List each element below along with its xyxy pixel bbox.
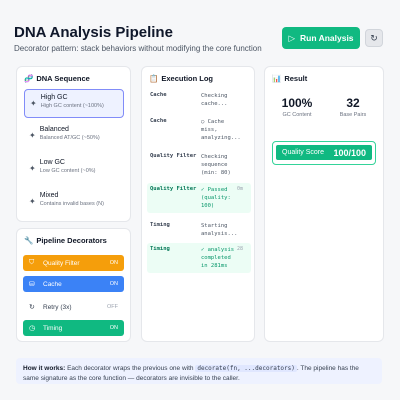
run-analysis-button[interactable]: ▷ Run Analysis <box>282 27 360 49</box>
dna-sequence-panel: 🧬 DNA Sequence ✦ High GC High GC content… <box>16 66 131 222</box>
page-subtitle: Decorator pattern: stack behaviors witho… <box>14 44 262 53</box>
quality-score-label: Quality Score <box>282 149 325 156</box>
sparkle-icon: ✦ <box>30 99 37 108</box>
sequence-option-name: Mixed <box>39 192 59 199</box>
app-root: DNA Analysis Pipeline Decorator pattern:… <box>0 0 400 400</box>
refresh-icon: ↻ <box>370 32 378 43</box>
quality-score-bar: Quality Score 100/100 <box>272 141 376 165</box>
log-message: ✓ Passed (quality: 100) <box>201 187 231 209</box>
quality-score-fill: Quality Score 100/100 <box>276 145 372 160</box>
sequence-option-desc: High GC content (~100%) <box>40 103 104 109</box>
log-source: Cache <box>150 92 167 98</box>
quality-score-value: 100/100 <box>333 147 366 158</box>
sequence-option-desc: Contains invalid bases (N) <box>39 201 104 207</box>
base-pairs-label: Base Pairs <box>339 112 367 118</box>
log-entry: Cache Checking cache... <box>147 89 251 111</box>
decorator-name: Cache <box>43 280 62 288</box>
sequence-option-desc: Low GC content (~0%) <box>39 168 96 174</box>
sequence-option-name: Balanced <box>39 126 69 133</box>
result-panel: 📊 Result 100% GC Content 32 Base Pairs Q… <box>264 66 384 342</box>
pipeline-decorators-title: 🔧 Pipeline Decorators <box>24 236 123 245</box>
sequence-option-desc: Balanced AT/GC (~50%) <box>39 135 100 141</box>
gc-content-label: GC Content <box>282 112 312 118</box>
log-message: ✓ analysis completed in 281ms <box>201 247 235 269</box>
sparkle-icon: ✦ <box>29 131 36 140</box>
sparkle-icon: ✦ <box>29 164 36 173</box>
decorator-toggle-timing[interactable]: ◷ Timing ON <box>23 320 124 336</box>
gc-content-value: 100% <box>281 96 313 110</box>
dna-icon: 🧬 <box>24 74 34 83</box>
reset-button[interactable]: ↻ <box>365 29 383 47</box>
base-pairs-value: 32 <box>346 96 360 110</box>
bar-chart-icon: 📊 <box>272 74 282 83</box>
execution-log-title: 📋 Execution Log <box>149 74 247 83</box>
clock-icon: ◷ <box>29 325 36 332</box>
decorator-state: ON <box>109 260 118 266</box>
decorator-state: ON <box>109 325 118 331</box>
decorator-state: ON <box>109 281 118 287</box>
play-icon: ▷ <box>288 32 295 43</box>
log-time: 0m <box>237 186 244 192</box>
sequence-option-balanced[interactable]: ✦ Balanced Balanced AT/GC (~50%) <box>24 122 124 151</box>
wrench-icon: 🔧 <box>24 236 34 245</box>
how-it-works-note: How it works: Each decorator wraps the p… <box>16 358 382 384</box>
database-icon: ⛁ <box>29 281 35 288</box>
filter-icon: ⛉ <box>29 259 35 266</box>
base-pairs-stat: 32 Base Pairs <box>329 89 377 125</box>
decorator-toggle-quality-filter[interactable]: ⛉ Quality Filter ON <box>23 255 124 271</box>
gc-content-stat: 100% GC Content <box>273 89 321 125</box>
execution-log-panel: 📋 Execution Log Cache Checking cache... … <box>141 66 255 342</box>
decorator-toggle-cache[interactable]: ⛁ Cache ON <box>23 276 124 292</box>
log-source: Quality Filter <box>150 153 197 159</box>
log-entry: Quality Filter Checking sequence (min: 8… <box>147 150 251 180</box>
execution-log-title-text: Execution Log <box>161 74 214 83</box>
dna-sequence-title-text: DNA Sequence <box>36 74 90 83</box>
log-source: Timing <box>150 246 170 252</box>
log-message: Starting analysis... <box>201 223 238 237</box>
log-entry-success: Timing ✓ analysis completed in 281ms 28 <box>147 243 251 273</box>
log-time: 28 <box>237 246 244 252</box>
sequence-option-name: Low GC <box>39 159 65 166</box>
how-it-works-lead: How it works: <box>23 365 66 372</box>
decorator-state: OFF <box>107 304 118 310</box>
log-source: Cache <box>150 118 167 124</box>
sequence-option-high-gc[interactable]: ✦ High GC High GC content (~100%) <box>24 89 124 118</box>
decorate-code: decorate(fn, ...decorators) <box>195 365 297 372</box>
sequence-option-name: High GC <box>40 94 68 101</box>
log-message: ○ Cache miss, analyzing... <box>201 119 241 141</box>
sequence-option-mixed[interactable]: ✦ Mixed Contains invalid bases (N) <box>24 188 124 217</box>
log-entry: Cache ○ Cache miss, analyzing... <box>147 115 251 145</box>
log-source: Timing <box>150 222 170 228</box>
how-it-works-text: Each decorator wraps the previous one wi… <box>65 365 196 372</box>
log-message: Checking cache... <box>201 93 228 107</box>
pipeline-decorators-panel: 🔧 Pipeline Decorators ⛉ Quality Filter O… <box>16 228 131 342</box>
log-source: Quality Filter <box>150 186 197 192</box>
pipeline-decorators-title-text: Pipeline Decorators <box>36 236 107 245</box>
run-analysis-label: Run Analysis <box>300 33 354 43</box>
result-title: 📊 Result <box>272 74 376 83</box>
result-title-text: Result <box>284 74 308 83</box>
decorator-name: Retry (3x) <box>43 303 72 311</box>
decorator-name: Quality Filter <box>43 259 80 267</box>
dna-sequence-title: 🧬 DNA Sequence <box>24 74 123 83</box>
sparkle-icon: ✦ <box>29 197 36 206</box>
sequence-option-low-gc[interactable]: ✦ Low GC Low GC content (~0%) <box>24 155 124 184</box>
retry-icon: ↻ <box>29 304 35 311</box>
log-message: Checking sequence (min: 80) <box>201 154 231 176</box>
log-entry: Timing Starting analysis... <box>147 219 251 241</box>
log-entry-success: Quality Filter ✓ Passed (quality: 100) 0… <box>147 183 251 213</box>
decorator-toggle-retry[interactable]: ↻ Retry (3x) OFF <box>23 299 124 315</box>
decorator-name: Timing <box>43 324 63 332</box>
clipboard-icon: 📋 <box>149 74 159 83</box>
